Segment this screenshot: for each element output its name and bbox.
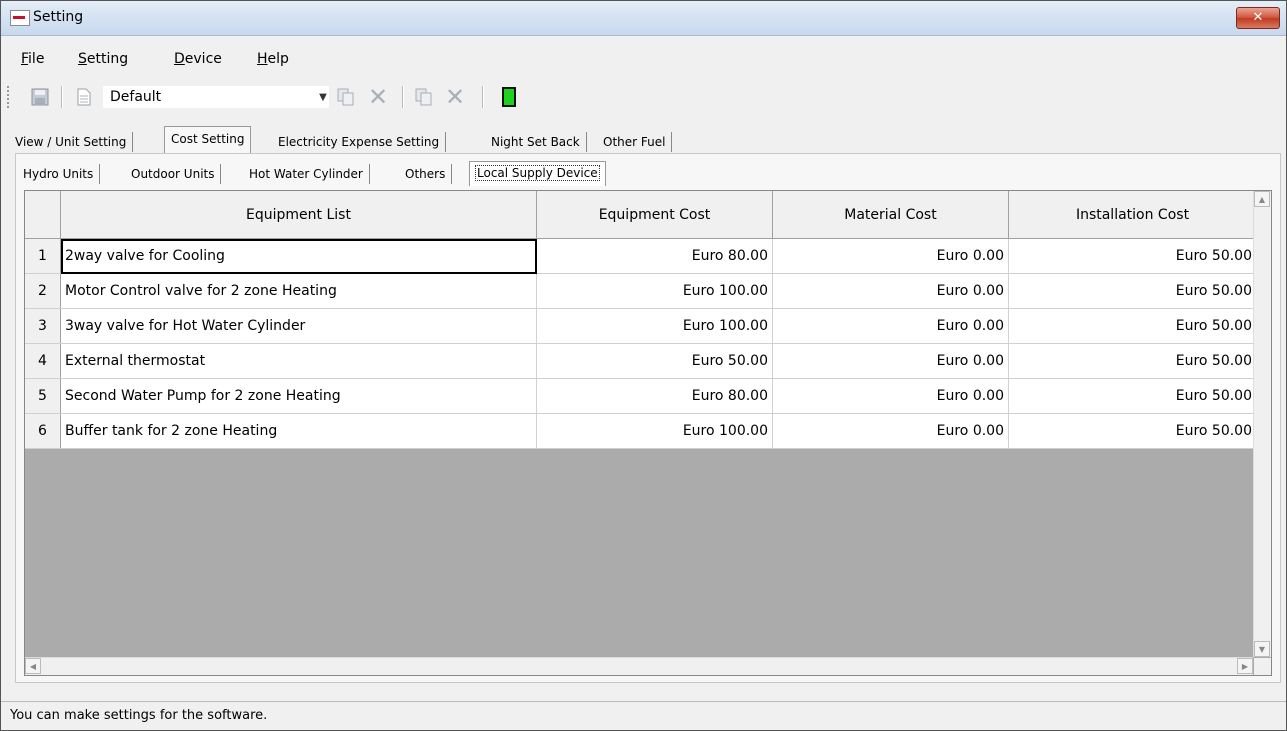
header-installation-cost[interactable]: Installation Cost [1009, 191, 1257, 239]
tab-hot-water-cylinder[interactable]: Hot Water Cylinder [243, 164, 370, 184]
title-bar: Setting ✕ [1, 1, 1286, 36]
delete-icon[interactable]: ✕ [368, 87, 388, 107]
equipment-list-cell[interactable]: Buffer tank for 2 zone Heating [61, 414, 537, 449]
close-button[interactable]: ✕ [1236, 7, 1280, 29]
equipment-cost-cell[interactable]: Euro 100.00 [537, 309, 773, 344]
material-cost-cell[interactable]: Euro 0.00 [773, 344, 1009, 379]
equipment-table: Equipment List Equipment Cost Material C… [25, 191, 1257, 449]
tab-local-supply-device-label: Local Supply Device [476, 166, 599, 180]
profile-combo[interactable]: Default [103, 86, 329, 108]
equipment-list-cell[interactable]: Motor Control valve for 2 zone Heating [61, 274, 537, 309]
menu-setting[interactable]: Setting [78, 51, 128, 67]
table-row: 5 Second Water Pump for 2 zone Heating E… [25, 379, 1257, 414]
status-bar: You can make settings for the software. [1, 701, 1286, 731]
copy-device-icon[interactable] [414, 87, 434, 107]
scroll-left-icon[interactable]: ◀ [25, 658, 41, 674]
installation-cost-cell[interactable]: Euro 50.00 [1009, 379, 1257, 414]
equipment-list-cell[interactable]: External thermostat [61, 344, 537, 379]
row-header-corner [25, 191, 61, 239]
equipment-cost-cell[interactable]: Euro 80.00 [537, 379, 773, 414]
status-text: You can make settings for the software. [10, 708, 267, 723]
tab-electricity-expense-setting[interactable]: Electricity Expense Setting [272, 132, 446, 152]
tab-other-fuel[interactable]: Other Fuel [597, 132, 672, 152]
equipment-cost-cell[interactable]: Euro 100.00 [537, 274, 773, 309]
scroll-right-icon[interactable]: ▶ [1237, 658, 1253, 674]
toolbar-grip[interactable] [7, 86, 9, 108]
menu-help[interactable]: Help [257, 51, 289, 67]
toolbar: Default ▼ ✕ ✕ [1, 82, 1286, 114]
row-number[interactable]: 3 [25, 309, 61, 344]
equipment-list-cell[interactable]: 2way valve for Cooling [61, 239, 537, 274]
installation-cost-cell[interactable]: Euro 50.00 [1009, 309, 1257, 344]
scroll-down-icon[interactable]: ▼ [1254, 641, 1270, 657]
tab-cost-setting[interactable]: Cost Setting [164, 126, 251, 153]
window-title: Setting [33, 9, 83, 25]
app-logo-icon [10, 10, 30, 26]
row-number[interactable]: 2 [25, 274, 61, 309]
row-number[interactable]: 4 [25, 344, 61, 379]
tab-view-unit-setting[interactable]: View / Unit Setting [9, 132, 133, 152]
new-document-icon[interactable] [74, 87, 94, 107]
equipment-cost-cell[interactable]: Euro 100.00 [537, 414, 773, 449]
equipment-cost-grid[interactable]: Equipment List Equipment Cost Material C… [24, 190, 1272, 676]
equipment-list-cell[interactable]: 3way valve for Hot Water Cylinder [61, 309, 537, 344]
save-icon[interactable] [30, 87, 50, 107]
scroll-up-icon[interactable]: ▲ [1254, 191, 1270, 207]
tab-hydro-units[interactable]: Hydro Units [17, 164, 100, 184]
equipment-cost-cell[interactable]: Euro 50.00 [537, 344, 773, 379]
copy-icon[interactable] [336, 87, 356, 107]
exit-icon[interactable] [502, 87, 516, 107]
installation-cost-cell[interactable]: Euro 50.00 [1009, 344, 1257, 379]
table-header-row: Equipment List Equipment Cost Material C… [25, 191, 1257, 239]
row-number[interactable]: 5 [25, 379, 61, 414]
header-equipment-list[interactable]: Equipment List [61, 191, 537, 239]
table-row: 3 3way valve for Hot Water Cylinder Euro… [25, 309, 1257, 344]
profile-value: Default [110, 89, 161, 105]
settings-window: Setting ✕ File Setting Device Help Defau… [0, 0, 1287, 731]
installation-cost-cell[interactable]: Euro 50.00 [1009, 239, 1257, 274]
row-number[interactable]: 1 [25, 239, 61, 274]
table-row: 1 2way valve for Cooling Euro 80.00 Euro… [25, 239, 1257, 274]
material-cost-cell[interactable]: Euro 0.00 [773, 379, 1009, 414]
tab-others[interactable]: Others [399, 164, 452, 184]
vertical-scrollbar[interactable]: ▲ ▼ [1253, 191, 1271, 657]
menu-device[interactable]: Device [174, 51, 222, 67]
header-material-cost[interactable]: Material Cost [773, 191, 1009, 239]
material-cost-cell[interactable]: Euro 0.00 [773, 239, 1009, 274]
row-number[interactable]: 6 [25, 414, 61, 449]
installation-cost-cell[interactable]: Euro 50.00 [1009, 414, 1257, 449]
material-cost-cell[interactable]: Euro 0.00 [773, 274, 1009, 309]
table-row: 6 Buffer tank for 2 zone Heating Euro 10… [25, 414, 1257, 449]
material-cost-cell[interactable]: Euro 0.00 [773, 414, 1009, 449]
menu-file[interactable]: File [21, 51, 44, 67]
header-equipment-cost[interactable]: Equipment Cost [537, 191, 773, 239]
horizontal-scrollbar[interactable]: ◀ ▶ [25, 657, 1253, 675]
installation-cost-cell[interactable]: Euro 50.00 [1009, 274, 1257, 309]
tab-local-supply-device[interactable]: Local Supply Device [469, 161, 606, 186]
chevron-down-icon[interactable]: ▼ [313, 87, 333, 107]
menu-bar: File Setting Device Help [1, 46, 1286, 71]
table-row: 4 External thermostat Euro 50.00 Euro 0.… [25, 344, 1257, 379]
tab-outdoor-units[interactable]: Outdoor Units [125, 164, 221, 184]
delete-device-icon[interactable]: ✕ [445, 87, 465, 107]
table-row: 2 Motor Control valve for 2 zone Heating… [25, 274, 1257, 309]
sub-tabs: Hydro Units Outdoor Units Hot Water Cyli… [17, 161, 1277, 187]
material-cost-cell[interactable]: Euro 0.00 [773, 309, 1009, 344]
scrollbar-corner [1254, 658, 1271, 675]
tab-night-set-back[interactable]: Night Set Back [485, 132, 587, 152]
main-tabs: View / Unit Setting Cost Setting Electri… [9, 126, 1279, 152]
equipment-list-cell[interactable]: Second Water Pump for 2 zone Heating [61, 379, 537, 414]
equipment-cost-cell[interactable]: Euro 80.00 [537, 239, 773, 274]
